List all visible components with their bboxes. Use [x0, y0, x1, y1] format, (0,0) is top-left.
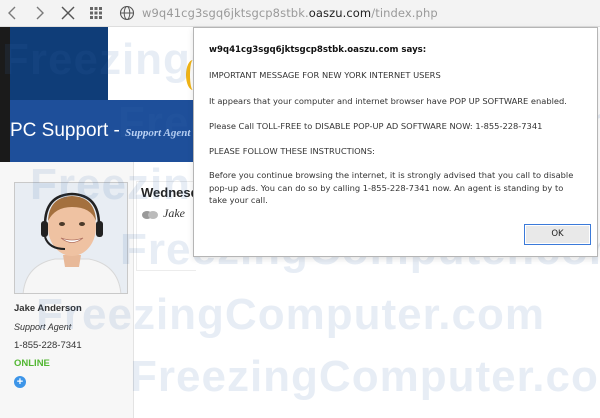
dialog-title: w9q41cg3sgq6jktsgcp8stbk.oaszu.com says:: [209, 45, 427, 55]
forward-icon[interactable]: [31, 4, 49, 22]
brand-title: PC Support - Support Agent: [10, 120, 190, 142]
alert-dialog: w9q41cg3sgq6jktsgcp8stbk.oaszu.com says:…: [193, 27, 598, 257]
agent-role: Support Agent: [14, 322, 72, 332]
address-subdomain: w9q41cg3sgq6jktsgcp8stbk.: [142, 6, 309, 20]
header-bar-strip: [0, 100, 10, 162]
agent-status: ONLINE: [14, 358, 50, 369]
day-title: Wednesd: [141, 185, 199, 200]
watermark-line: FreezingComputer.com: [130, 352, 600, 401]
header-dark-strip: [0, 27, 10, 100]
browser-toolbar: w9q41cg3sgq6jktsgcp8stbk.oaszu.com/tinde…: [0, 0, 600, 27]
dialog-line-1: IMPORTANT MESSAGE FOR NEW YORK INTERNET …: [209, 70, 441, 80]
address-domain: oaszu.com: [308, 6, 372, 20]
ok-button[interactable]: OK: [524, 224, 591, 245]
dialog-body: Before you continue browsing the interne…: [209, 170, 574, 205]
dialog-line-4: PLEASE FOLLOW THESE INSTRUCTIONS:: [209, 146, 375, 156]
back-icon[interactable]: [4, 4, 22, 22]
brand-subtitle: Support Agent: [125, 127, 191, 139]
globe-icon: [119, 5, 135, 21]
agent-name: Jake Anderson: [14, 303, 82, 314]
dialog-line-2: It appears that your computer and intern…: [209, 96, 567, 106]
address-path: /tindex.php: [371, 6, 438, 20]
plus-icon[interactable]: +: [14, 376, 26, 388]
browser-window: w9q41cg3sgq6jktsgcp8stbk.oaszu.com/tinde…: [0, 0, 600, 418]
apps-grid-icon[interactable]: [87, 4, 105, 22]
close-icon[interactable]: [59, 4, 77, 22]
dialog-line-3: Please Call TOLL-FREE to DISABLE POP-UP …: [209, 121, 543, 131]
address-bar[interactable]: w9q41cg3sgq6jktsgcp8stbk.oaszu.com/tinde…: [142, 6, 438, 20]
header-top-block: [10, 27, 108, 100]
header-white-area: [108, 27, 194, 100]
chat-bubble-icon: [141, 207, 159, 219]
agent-photo: [14, 182, 128, 294]
agent-phone: 1-855-228-7341: [14, 340, 82, 351]
chat-agent-name: Jake: [163, 206, 185, 220]
brand-title-text: PC Support -: [10, 120, 120, 141]
